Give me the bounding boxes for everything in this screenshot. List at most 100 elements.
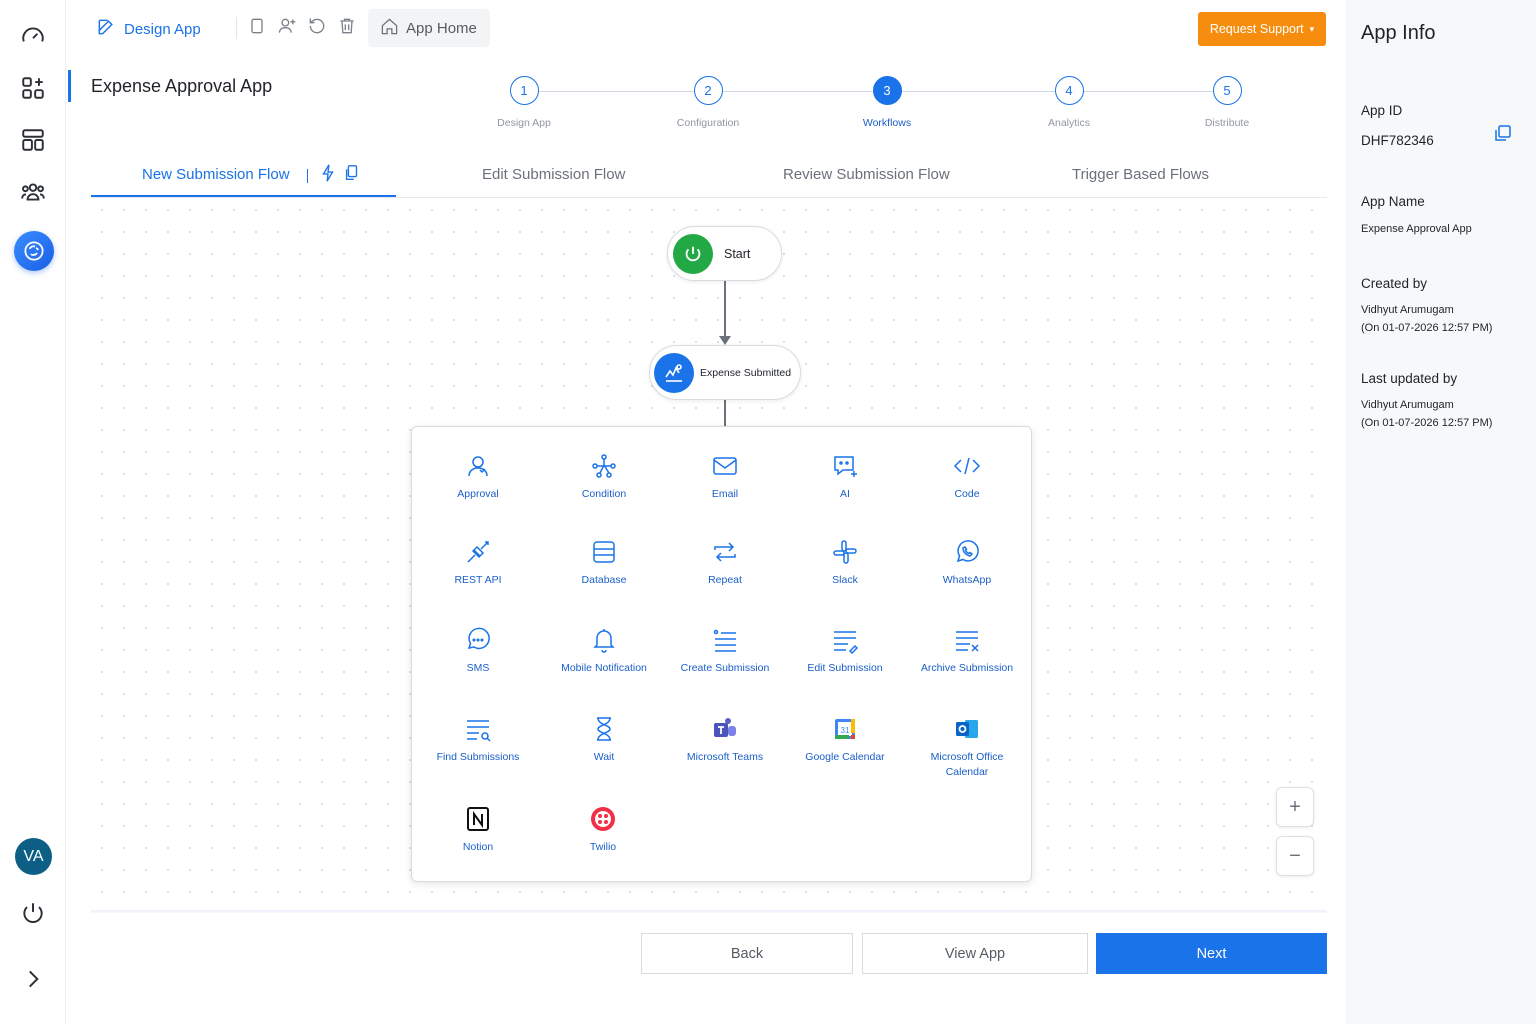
start-node[interactable]: Start	[667, 226, 782, 281]
layout-icon[interactable]	[14, 121, 52, 159]
step-workflows[interactable]: 3 Workflows	[842, 76, 932, 129]
avatar[interactable]: VA	[15, 838, 52, 875]
ai-chat-icon	[830, 451, 860, 481]
database-icon	[589, 537, 619, 567]
action-google-calendar[interactable]: 31 Google Calendar	[785, 714, 905, 765]
action-label: Slack	[832, 574, 858, 586]
copy-icon[interactable]	[344, 164, 360, 187]
created-by-label: Created by	[1361, 276, 1428, 291]
zoom-out-button[interactable]: −	[1276, 836, 1314, 876]
action-repeat[interactable]: Repeat	[665, 537, 785, 588]
tab-trigger-based-flows[interactable]: Trigger Based Flows	[1072, 166, 1209, 183]
step-number: 5	[1212, 76, 1242, 105]
step-label: Configuration	[676, 117, 740, 129]
action-label: Code	[954, 488, 980, 500]
app-name-label: App Name	[1361, 194, 1425, 209]
action-email[interactable]: Email	[665, 451, 785, 502]
action-mobile-notification[interactable]: Mobile Notification	[544, 625, 664, 676]
dashboard-icon[interactable]	[14, 17, 52, 55]
action-ai[interactable]: AI	[785, 451, 905, 502]
action-label: WhatsApp	[942, 574, 992, 586]
workflow-assistant-icon[interactable]	[14, 231, 54, 271]
duplicate-icon[interactable]	[247, 16, 267, 41]
active-tab-underline	[91, 195, 396, 197]
action-find-submissions[interactable]: Find Submissions	[418, 714, 538, 765]
action-notion[interactable]: Notion	[418, 804, 538, 855]
step-label: Distribute	[1204, 117, 1250, 129]
users-group-icon[interactable]	[14, 173, 52, 211]
zoom-in-button[interactable]: +	[1276, 787, 1314, 827]
undo-icon[interactable]	[307, 16, 327, 41]
trigger-node-label: Expense Submitted	[700, 366, 792, 379]
action-label: Email	[711, 488, 739, 500]
trigger-node[interactable]: Expense Submitted	[649, 345, 801, 400]
action-slack[interactable]: Slack	[785, 537, 905, 588]
step-number: 3	[872, 76, 902, 105]
tab-new-submission-flow[interactable]: New Submission Flow	[142, 166, 290, 183]
action-label: Mobile Notification	[561, 662, 647, 674]
action-archive-submission[interactable]: Archive Submission	[907, 625, 1027, 676]
step-number: 1	[509, 76, 539, 105]
power-icon[interactable]	[14, 894, 52, 932]
chevron-right-icon[interactable]	[14, 960, 52, 998]
action-edit-submission[interactable]: Edit Submission	[785, 625, 905, 676]
action-label: AI	[840, 488, 850, 500]
trigger-icon	[654, 352, 694, 393]
step-distribute[interactable]: 5 Distribute	[1182, 76, 1272, 129]
connector-line	[724, 400, 726, 427]
step-configuration[interactable]: 2 Configuration	[663, 76, 753, 129]
whatsapp-icon	[952, 537, 982, 567]
list-search-icon	[463, 714, 493, 744]
action-code[interactable]: Code	[907, 451, 1027, 502]
updated-by-label: Last updated by	[1361, 371, 1458, 386]
top-bar: Design App App Home Request Support ▾	[66, 0, 1346, 58]
action-label: REST API	[454, 574, 502, 586]
lightning-icon[interactable]	[320, 164, 336, 187]
action-label: Microsoft Office Calendar	[930, 751, 1004, 778]
action-microsoft-office-calendar[interactable]: Microsoft Office Calendar	[907, 714, 1027, 779]
action-microsoft-teams[interactable]: Microsoft Teams	[665, 714, 785, 765]
trash-icon[interactable]	[337, 16, 357, 41]
app-id-value: DHF782346	[1361, 133, 1434, 148]
twilio-icon	[588, 804, 618, 834]
action-label: Condition	[581, 488, 627, 500]
design-app-link[interactable]: Design App	[96, 17, 201, 41]
action-condition[interactable]: Condition	[544, 451, 664, 502]
tab-edit-submission-flow[interactable]: Edit Submission Flow	[482, 166, 625, 183]
step-design-app[interactable]: 1 Design App	[479, 76, 569, 129]
action-database[interactable]: Database	[544, 537, 664, 588]
next-button[interactable]: Next	[1096, 933, 1327, 974]
stepper: 1 Design App 2 Configuration 3 Workflows…	[480, 76, 1270, 136]
action-whatsapp[interactable]: WhatsApp	[907, 537, 1027, 588]
api-icon	[463, 537, 493, 567]
add-user-icon[interactable]	[277, 16, 297, 41]
page-title: Expense Approval App	[91, 76, 273, 96]
action-wait[interactable]: Wait	[544, 714, 664, 765]
canvas-scrollbar[interactable]	[91, 910, 1327, 913]
app-info-title: App Info	[1361, 22, 1436, 44]
view-app-button[interactable]: View App	[862, 933, 1088, 974]
action-twilio[interactable]: Twilio	[543, 804, 663, 855]
action-sms[interactable]: SMS	[418, 625, 538, 676]
action-label: Edit Submission	[807, 662, 883, 674]
action-rest-api[interactable]: REST API	[418, 537, 538, 588]
slack-icon	[830, 537, 860, 567]
title-accent	[68, 70, 71, 102]
action-palette: Approval Condition Email AI Code REST AP…	[411, 426, 1032, 882]
edit-icon	[96, 17, 116, 41]
app-info-panel: App Info App ID DHF782346 App Name Expen…	[1346, 0, 1536, 1024]
action-label: Archive Submission	[920, 662, 1014, 674]
back-button[interactable]: Back	[641, 933, 853, 974]
flow-tabs: New Submission Flow Edit Submission Flow…	[91, 150, 1327, 198]
copy-icon[interactable]	[1494, 124, 1512, 147]
step-analytics[interactable]: 4 Analytics	[1024, 76, 1114, 129]
tab-review-submission-flow[interactable]: Review Submission Flow	[783, 166, 950, 183]
request-support-label: Request Support	[1209, 22, 1304, 36]
updated-on-value: (On 01-07-2026 12:57 PM)	[1361, 417, 1493, 429]
app-home-button[interactable]: App Home	[368, 9, 490, 47]
power-icon	[673, 233, 713, 274]
request-support-button[interactable]: Request Support ▾	[1198, 12, 1326, 46]
action-approval[interactable]: Approval	[418, 451, 538, 502]
action-create-submission[interactable]: Create Submission	[665, 625, 785, 676]
add-widget-icon[interactable]	[14, 69, 52, 107]
